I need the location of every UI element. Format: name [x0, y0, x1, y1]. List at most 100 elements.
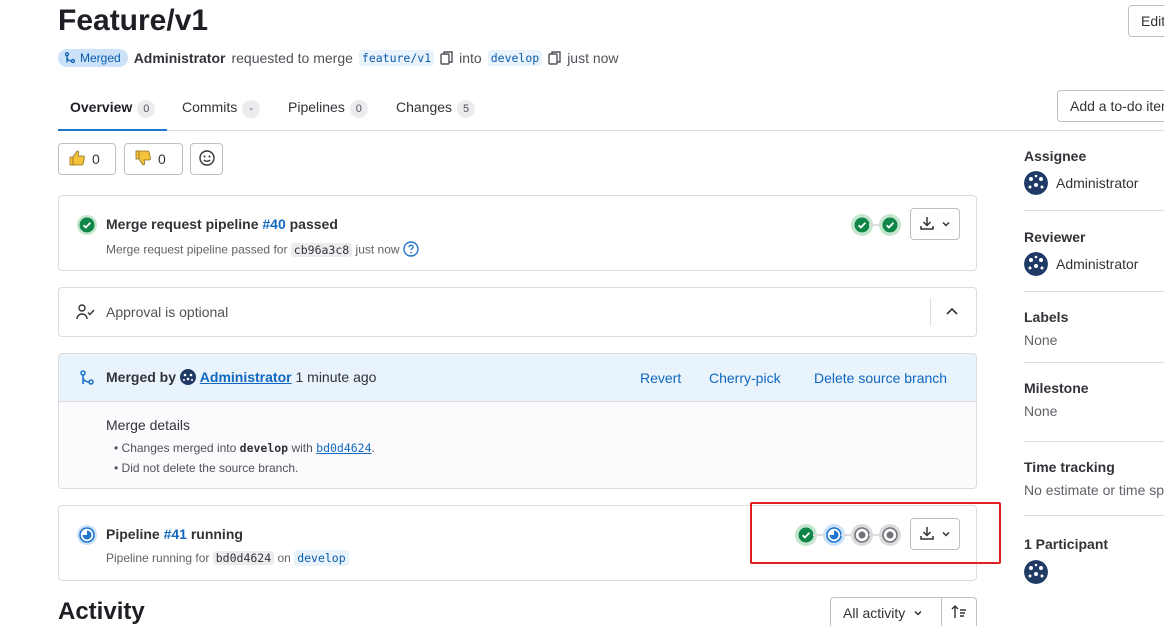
- page-title: Feature/v1: [58, 4, 209, 37]
- merge-detail-item: • Changes merged into develop with bd0d4…: [114, 441, 375, 455]
- merged-by-line: Merged by Administrator 1 minute ago: [106, 369, 376, 388]
- cherry-pick-button[interactable]: Cherry-pick: [709, 370, 781, 386]
- mr-pipeline-card: Merge request pipeline #40 passed Merge …: [58, 195, 977, 271]
- download-artifacts-button[interactable]: [910, 208, 960, 240]
- merge-icon: [64, 52, 76, 64]
- merged-card: Merged by Administrator 1 minute ago Rev…: [58, 353, 977, 489]
- thumbs-up-icon: [68, 149, 86, 170]
- revert-button[interactable]: Revert: [640, 370, 681, 386]
- merge-detail-item: • Did not delete the source branch.: [114, 461, 299, 475]
- reviewer-user[interactable]: Administrator: [1024, 252, 1138, 276]
- tab-overview[interactable]: Overview 0: [58, 88, 168, 131]
- edit-button[interactable]: Edit: [1128, 5, 1164, 37]
- tab-commits[interactable]: Commits -: [170, 88, 272, 131]
- sort-order-button[interactable]: [941, 597, 977, 626]
- mr-meta: Merged Administrator requested to merge …: [58, 47, 619, 69]
- add-reaction-button[interactable]: [190, 143, 223, 175]
- tab-count: 0: [349, 100, 368, 118]
- divider: [930, 298, 931, 326]
- requested-text: requested to merge: [231, 50, 353, 66]
- assignee-section: Assignee Administrator: [1024, 130, 1164, 211]
- chevron-down-icon: [941, 216, 951, 232]
- tab-label: Commits: [182, 99, 238, 115]
- milestone-value: None: [1024, 403, 1058, 419]
- success-status-icon[interactable]: [77, 215, 97, 238]
- milestone-section: Milestone None: [1024, 363, 1164, 442]
- stage-success-icon[interactable]: [879, 214, 901, 239]
- detail-text: Changes merged into: [121, 441, 237, 455]
- approval-card: Approval is optional: [58, 287, 977, 337]
- activity-filter-label: All activity: [843, 605, 906, 621]
- commit-sha-link[interactable]: cb96a3c8: [290, 242, 353, 257]
- chevron-up-icon[interactable]: [944, 304, 960, 323]
- highlight-box: [750, 502, 1001, 564]
- thumbs-down-button[interactable]: 0: [124, 143, 183, 175]
- assignee-user[interactable]: Administrator: [1024, 171, 1138, 195]
- stage-success-icon[interactable]: [851, 214, 873, 239]
- merge-details-title: Merge details: [106, 417, 191, 433]
- stage-connector: [869, 224, 879, 226]
- mr-pipeline-sub-prefix: Merge request pipeline passed for: [106, 242, 288, 257]
- tab-label: Overview: [70, 99, 133, 115]
- pipeline-41-link[interactable]: #41: [164, 526, 187, 542]
- mr-pipeline-title-suffix: passed: [289, 216, 338, 232]
- merge-details: Merge details • Changes merged into deve…: [59, 402, 976, 488]
- into-text: into: [459, 50, 482, 66]
- avatar: [179, 369, 196, 388]
- download-icon: [919, 215, 935, 234]
- time-tracking-label: Time tracking: [1024, 459, 1115, 475]
- avatar: [1024, 252, 1048, 276]
- status-badge-label: Merged: [80, 51, 121, 65]
- thumbs-down-count: 0: [158, 151, 166, 167]
- pipeline-title-suffix: running: [190, 526, 243, 542]
- avatar: [1024, 171, 1048, 195]
- detail-branch: develop: [239, 441, 289, 455]
- assignee-label: Assignee: [1024, 148, 1087, 164]
- assignee-name: Administrator: [1056, 175, 1139, 191]
- branch-link[interactable]: develop: [294, 550, 349, 566]
- author-name[interactable]: Administrator: [134, 50, 226, 66]
- detail-text: Did not delete the source branch.: [121, 461, 299, 475]
- thumbs-down-icon: [134, 149, 152, 170]
- activity-filter-dropdown[interactable]: All activity: [830, 597, 942, 626]
- help-icon[interactable]: [403, 241, 419, 260]
- approval-icon: [76, 303, 96, 324]
- pipeline-sub-prefix: Pipeline running for: [106, 551, 210, 565]
- milestone-label: Milestone: [1024, 380, 1089, 396]
- labels-section: Labels None: [1024, 292, 1164, 363]
- time-tracking-section: Time tracking No estimate or time spent: [1024, 442, 1164, 516]
- chevron-down-icon: [913, 605, 923, 621]
- reviewer-name: Administrator: [1056, 256, 1139, 272]
- tab-count: -: [242, 100, 261, 118]
- delete-source-branch-button[interactable]: Delete source branch: [814, 370, 947, 386]
- copy-source-branch-icon[interactable]: [440, 51, 453, 65]
- detail-text: .: [371, 441, 375, 455]
- status-badge: Merged: [58, 49, 128, 67]
- copy-target-branch-icon[interactable]: [548, 51, 561, 65]
- add-todo-button[interactable]: Add a to-do item: [1057, 90, 1164, 122]
- thumbs-up-count: 0: [92, 151, 100, 167]
- tab-changes[interactable]: Changes 5: [384, 88, 487, 131]
- merge-icon: [79, 370, 95, 389]
- source-branch[interactable]: feature/v1: [358, 50, 435, 66]
- merge-commit-link[interactable]: bd0d4624: [316, 441, 371, 455]
- target-branch[interactable]: develop: [487, 50, 543, 66]
- commit-sha-link[interactable]: bd0d4624: [212, 551, 275, 565]
- merged-by-prefix: Merged by: [106, 369, 177, 385]
- tab-count: 0: [137, 100, 156, 118]
- thumbs-up-button[interactable]: 0: [58, 143, 116, 175]
- tab-label: Pipelines: [288, 99, 345, 115]
- running-status-icon[interactable]: [77, 525, 97, 548]
- tab-pipelines[interactable]: Pipelines 0: [276, 88, 380, 131]
- avatar[interactable]: [1024, 560, 1048, 584]
- detail-text: with: [291, 441, 313, 455]
- mr-pipeline-time: just now: [355, 242, 400, 257]
- tab-label: Changes: [396, 99, 453, 115]
- activity-heading: Activity: [58, 598, 145, 625]
- pipeline-40-link[interactable]: #40: [262, 216, 285, 232]
- merged-time: 1 minute ago: [295, 369, 377, 385]
- merged-by-user-link[interactable]: Administrator: [200, 369, 292, 385]
- pipeline-sub: Pipeline running for bd0d4624 on develop: [106, 550, 349, 566]
- merged-header: Merged by Administrator 1 minute ago Rev…: [59, 354, 976, 402]
- created-time: just now: [567, 50, 619, 66]
